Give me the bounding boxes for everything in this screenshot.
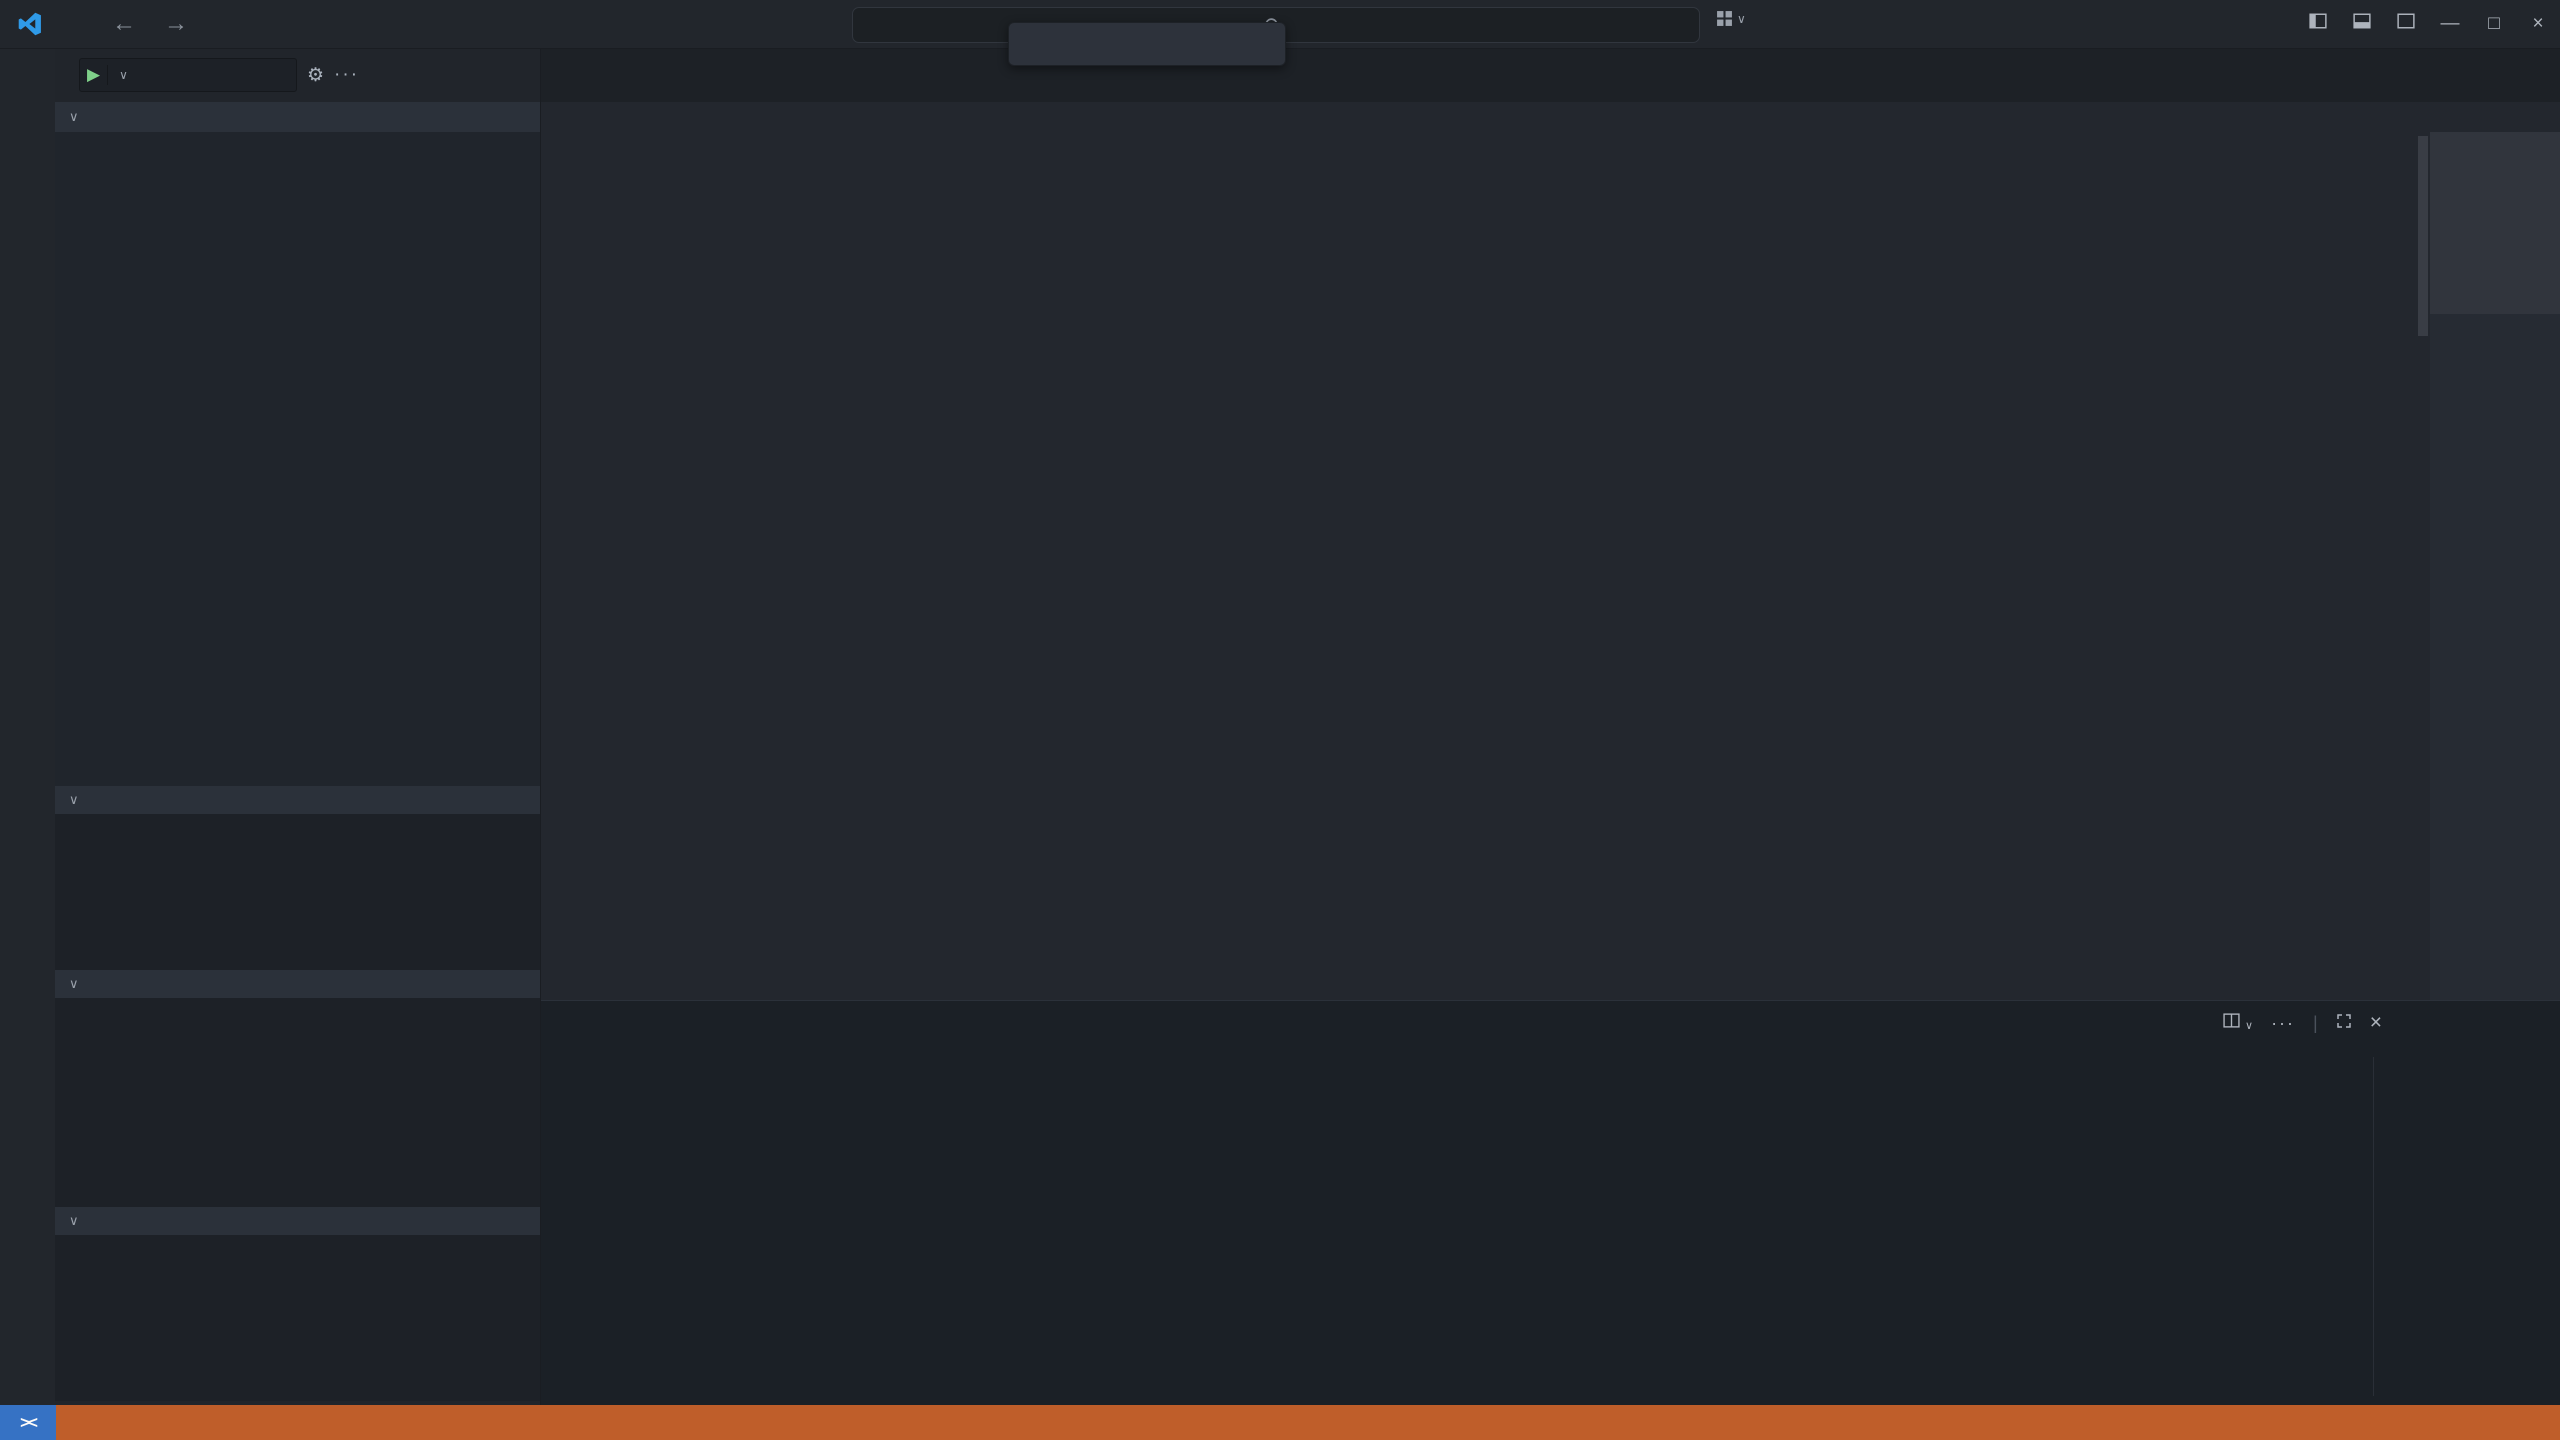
- vscode-window: ← → ∨ — □ × ▶ ∨: [0, 0, 2560, 1440]
- close-button[interactable]: ×: [2516, 13, 2560, 35]
- activity-bar: [0, 48, 55, 1405]
- breadcrumb: [540, 102, 2560, 132]
- section-breakpoints[interactable]: ∨: [55, 1207, 540, 1235]
- divider: [2373, 1057, 2374, 1396]
- callstack-list: [55, 998, 540, 1207]
- status-bar: ><: [0, 1405, 2560, 1440]
- close-panel-icon[interactable]: ×: [2370, 1011, 2382, 1035]
- run-and-debug-header: ▶ ∨ ⚙ ···: [55, 48, 540, 102]
- toggle-secondary-sidebar-icon[interactable]: [2384, 12, 2428, 36]
- panel-actions: ∨ ··· | ×: [2223, 1011, 2382, 1035]
- vscode-logo: [16, 11, 42, 37]
- run-and-debug-sidebar: ▶ ∨ ⚙ ··· ∨ ∨ ∨ ∨: [55, 48, 541, 1405]
- bottom-panel: ∨ ··· | ×: [540, 1000, 2560, 1406]
- chevron-down-icon: ∨: [69, 109, 79, 125]
- back-icon[interactable]: ←: [112, 10, 136, 38]
- toggle-panel-icon[interactable]: [2340, 12, 2384, 36]
- remote-indicator[interactable]: ><: [0, 1405, 56, 1440]
- divider: |: [2313, 1013, 2318, 1034]
- toggle-sidebar-icon[interactable]: [2296, 12, 2340, 36]
- split-terminal-icon[interactable]: ∨: [2223, 1012, 2253, 1034]
- minimize-button[interactable]: —: [2428, 13, 2472, 35]
- debug-toolbar: [1008, 22, 1286, 66]
- variables-list: [55, 132, 540, 786]
- editor-tabs: [540, 48, 2560, 102]
- start-debug-icon[interactable]: ▶: [80, 65, 108, 85]
- editor-scrollbar[interactable]: [2416, 132, 2430, 1000]
- maximize-panel-icon[interactable]: [2336, 1013, 2352, 1034]
- chevron-down-icon: ∨: [69, 976, 79, 992]
- code-editor[interactable]: [540, 132, 2560, 1000]
- chevron-down-icon: ∨: [69, 1213, 79, 1229]
- chevron-down-icon: ∨: [119, 68, 134, 82]
- more-actions-icon[interactable]: ···: [2271, 1013, 2295, 1034]
- watch-list: [55, 814, 540, 970]
- section-variables[interactable]: ∨: [55, 102, 540, 132]
- customize-layout-button[interactable]: ∨: [1716, 10, 1746, 27]
- terminal-output[interactable]: [568, 1069, 2370, 1398]
- gear-icon[interactable]: ⚙: [307, 64, 324, 87]
- breakpoints-list: [55, 1235, 540, 1401]
- debug-config-dropdown[interactable]: ▶ ∨: [79, 58, 297, 92]
- history-nav: ← →: [112, 10, 188, 38]
- more-actions-icon[interactable]: ···: [334, 64, 359, 86]
- section-watch[interactable]: ∨: [55, 786, 540, 814]
- chevron-down-icon: ∨: [69, 792, 79, 808]
- minimap[interactable]: [2430, 132, 2560, 1000]
- maximize-button[interactable]: □: [2472, 13, 2516, 35]
- section-callstack[interactable]: ∨: [55, 970, 540, 998]
- chevron-down-icon: ∨: [1737, 12, 1746, 26]
- minimap-slider[interactable]: [2430, 132, 2560, 314]
- forward-icon[interactable]: →: [164, 10, 188, 38]
